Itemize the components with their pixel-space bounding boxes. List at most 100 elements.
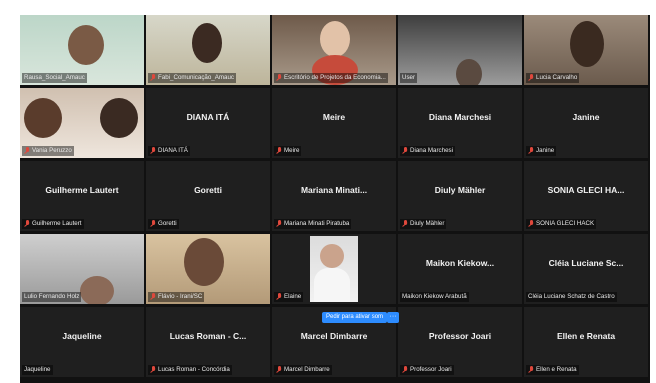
participant-display-name: Guilherme Lautert [45,185,119,195]
participant-display-name: Maikon Kiekow... [425,258,495,268]
participant-display-name: Diana Marchesi [428,112,492,122]
participant-tile[interactable]: Mariana Minati... Mariana Minati Piratuba [272,161,396,231]
participant-name-label: Lucia Carvalho [526,73,580,83]
participant-tile[interactable]: Diana Marchesi Diana Marchesi [398,88,522,158]
participant-display-name: Mariana Minati... [300,185,368,195]
participant-tile[interactable]: Ellen e Renata Ellen e Renata [524,307,648,377]
participant-name: Ellen e Renata [536,366,577,373]
participant-display-name: Ellen e Renata [556,331,616,341]
participant-tile[interactable]: Fabi_Comunicação_Amauc [146,15,270,85]
participant-tile[interactable]: Diuly Mähler Diuly Mähler [398,161,522,231]
ask-to-unmute-button[interactable]: Pedir para ativar som [322,312,388,323]
participant-name-label: Vania Peruzzo [22,146,74,156]
participant-name: Maikon Kiekow Arabutã [402,293,467,300]
participant-tile[interactable]: Lucia Carvalho [524,15,648,85]
participant-name-label: SONIA GLECI HACK [526,219,597,229]
muted-mic-icon [24,147,30,155]
muted-mic-icon [528,74,534,82]
participant-name-label: Ellen e Renata [526,365,579,375]
muted-mic-icon [150,147,156,155]
participant-tile[interactable]: DIANA ITÁ DIANA ITÁ [146,88,270,158]
participant-name: Escritório de Projetos da Economia... [284,74,386,81]
muted-mic-icon [528,220,534,228]
participant-name-label: Rausa_Social_Amauc [22,73,87,83]
participant-name: Janine [536,147,555,154]
participant-name-label: Mariana Minati Piratuba [274,219,352,229]
participant-name: Professor Joari [410,366,452,373]
participant-name: Jaqueline [24,366,51,373]
participant-name: Rausa_Social_Amauc [24,74,85,81]
participant-tile[interactable]: Vania Peruzzo [20,88,144,158]
participant-name-label: Marcel Dimbarre [274,365,332,375]
participant-display-name: SONIA GLECI HA... [547,185,625,195]
muted-mic-icon [276,366,282,374]
participant-name: Fabi_Comunicação_Amauc [158,74,235,81]
participant-name-label: User [400,73,418,83]
muted-mic-icon [528,147,534,155]
participant-name: User [402,74,416,81]
participant-tile[interactable]: Professor Joari Professor Joari [398,307,522,377]
participant-tile[interactable]: Flávio - Irani/SC [146,234,270,304]
participant-name-label: Diana Marchesi [400,146,455,156]
participant-tile[interactable]: Lulio Fernando Holz [20,234,144,304]
participant-name: Vania Peruzzo [32,147,72,154]
participant-tile[interactable]: Escritório de Projetos da Economia... [272,15,396,85]
participant-display-name: Meire [322,112,346,122]
participant-tile[interactable]: Elaine [272,234,396,304]
participant-name-label: Guilherme Lautert [22,219,84,229]
participant-tile[interactable]: SONIA GLECI HA... SONIA GLECI HACK [524,161,648,231]
participant-display-name: Jaqueline [62,331,102,341]
participant-name: Lucas Roman - Concórdia [158,366,230,373]
participant-name: Diuly Mähler [410,220,445,227]
participant-name-label: Lulio Fernando Holz [22,292,82,302]
participant-display-name: Cléia Luciane Sc... [548,258,624,268]
more-options-button[interactable]: ··· [387,312,399,323]
participant-name: Goretti [158,220,177,227]
participant-name: SONIA GLECI HACK [536,220,595,227]
participant-name-label: Lucas Roman - Concórdia [148,365,232,375]
participant-name-label: Maikon Kiekow Arabutã [400,292,469,302]
participant-name: Guilherme Lautert [32,220,82,227]
participant-name-label: Escritório de Projetos da Economia... [274,73,388,83]
muted-mic-icon [276,147,282,155]
participant-display-name: Goretti [194,185,222,195]
participant-display-name: Professor Joari [428,331,492,341]
muted-mic-icon [276,293,282,301]
zoom-gallery-screenshot: Rausa_Social_Amauc Fabi_Comunicação_Amauc… [0,0,656,383]
participant-display-name: Lucas Roman - C... [169,331,247,341]
participant-tile[interactable]: Jaqueline Jaqueline [20,307,144,377]
muted-mic-icon [24,220,30,228]
participant-name-label: Fabi_Comunicação_Amauc [148,73,237,83]
participant-name-label: Diuly Mähler [400,219,447,229]
participant-tile[interactable]: Meire Meire [272,88,396,158]
participant-display-name: Diuly Mähler [434,185,486,195]
participant-name-label: Cléia Luciane Schatz de Castro [526,292,617,302]
participant-tile[interactable]: Rausa_Social_Amauc [20,15,144,85]
participant-name: Flávio - Irani/SC [158,293,203,300]
participant-name-label: Professor Joari [400,365,454,375]
participant-name: Meire [284,147,300,154]
participant-name: Mariana Minati Piratuba [284,220,350,227]
participant-tile[interactable]: Lucas Roman - C... Lucas Roman - Concórdi… [146,307,270,377]
participant-name-label: DIANA ITÁ [148,146,190,156]
participant-display-name: Marcel Dimbarre [300,331,368,341]
muted-mic-icon [402,147,408,155]
muted-mic-icon [276,74,282,82]
participant-name-label: Goretti [148,219,179,229]
participant-display-name: Janine [572,112,600,122]
participant-name: Lulio Fernando Holz [24,293,80,300]
muted-mic-icon [276,220,282,228]
gallery-grid: Rausa_Social_Amauc Fabi_Comunicação_Amauc… [20,15,650,383]
participant-tile[interactable]: Guilherme Lautert Guilherme Lautert [20,161,144,231]
muted-mic-icon [150,220,156,228]
muted-mic-icon [402,366,408,374]
participant-tile[interactable]: Goretti Goretti [146,161,270,231]
participant-tile[interactable]: Janine Janine [524,88,648,158]
participant-display-name: DIANA ITÁ [186,112,230,122]
participant-tile[interactable]: Cléia Luciane Sc... Cléia Luciane Schatz … [524,234,648,304]
participant-tile[interactable]: User [398,15,522,85]
muted-mic-icon [402,220,408,228]
muted-mic-icon [150,74,156,82]
participant-name: DIANA ITÁ [158,147,188,154]
participant-tile[interactable]: Maikon Kiekow... Maikon Kiekow Arabutã [398,234,522,304]
